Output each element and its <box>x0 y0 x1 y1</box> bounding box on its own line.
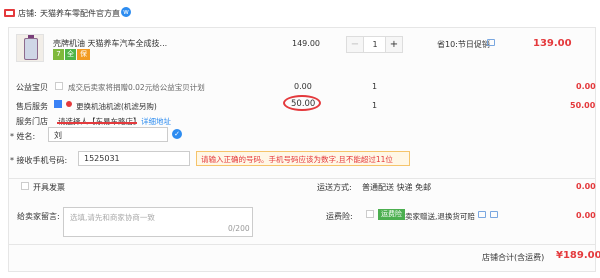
charity-text: 成交后卖家将捐赠0.02元给公益宝贝计划 <box>68 83 205 92</box>
quantity-input[interactable]: 1 <box>364 37 386 52</box>
badge-insurance-icon: 保 <box>77 49 90 60</box>
promotion-text: 省10:节日促销 <box>437 40 490 49</box>
message-char-count: 0/200 <box>228 224 250 233</box>
phone-input[interactable]: 1525031 <box>78 151 190 166</box>
badge-7day-icon: 7 <box>53 49 64 60</box>
red-annotation-circle <box>283 95 321 111</box>
service-text: 更换机油机滤(机滤另购) <box>76 102 157 111</box>
product-badges: 7全保 <box>53 49 91 60</box>
message-placeholder: 选填,请先和商家协商一致 <box>70 213 155 222</box>
charity-price: 0.00 <box>294 82 312 91</box>
store-detail-link[interactable]: 详细地址 <box>141 116 171 127</box>
shop-total-value: ¥189.00 <box>556 250 600 261</box>
insurance-label: 运费险: <box>326 212 353 221</box>
product-title-link[interactable]: 壳牌机油 天猫养车汽车全成技... <box>53 38 167 49</box>
badge-guarantee-icon: 全 <box>65 49 76 60</box>
charity-label: 公益宝贝 <box>16 83 48 92</box>
insurance-text: 卖家赠送,退换货可赔 <box>405 212 475 221</box>
unit-price: 149.00 <box>292 39 320 48</box>
item-subtotal: 139.00 <box>533 38 572 49</box>
service-required-icon <box>66 99 72 108</box>
shop-total-label: 店铺合计(含运费) <box>482 253 545 262</box>
shipping-method[interactable]: 普通配送 快递 免邮 <box>362 182 431 193</box>
quantity-increase-button[interactable]: + <box>385 37 402 52</box>
insurance-chat-icon[interactable] <box>478 211 486 220</box>
insurance-checkbox[interactable] <box>366 210 374 220</box>
product-thumbnail[interactable] <box>16 34 44 62</box>
charity-checkbox[interactable] <box>55 82 63 92</box>
shipping-price: 0.00 <box>576 182 596 191</box>
name-valid-icon: ✓ <box>172 129 182 139</box>
message-label: 给卖家留言: <box>17 212 60 221</box>
promo-chat-icon[interactable] <box>487 39 495 46</box>
invoice-shipping-bar <box>8 178 596 202</box>
phone-warning-message: 请输入正确的号码。手机号码应该为数字,且不能超过11位 <box>196 151 410 166</box>
quantity-decrease-button[interactable]: − <box>347 37 364 52</box>
red-annotation-underline <box>57 122 137 124</box>
service-checkbox[interactable] <box>54 100 62 110</box>
charity-qty: 1 <box>372 82 378 91</box>
name-input[interactable]: 刘 <box>48 127 168 142</box>
store-label: 服务门店 <box>16 117 48 126</box>
name-label: * 姓名: <box>10 132 36 141</box>
charity-total: 0.00 <box>576 82 596 91</box>
service-label: 售后服务 <box>16 102 48 111</box>
phone-label: * 接收手机号码: <box>10 156 68 165</box>
invoice-checkbox[interactable] <box>21 182 29 192</box>
shop-name-link[interactable]: 天猫养车零配件官方直 <box>40 8 120 19</box>
shop-label: 店铺: <box>18 9 37 18</box>
wangwang-chat-icon[interactable]: w <box>121 7 131 17</box>
quantity-stepper: − 1 + <box>346 36 403 53</box>
insurance-help-icon[interactable] <box>490 211 498 220</box>
shipping-label: 运送方式: <box>317 183 352 192</box>
service-total: 50.00 <box>570 101 596 110</box>
shop-cart-icon <box>4 9 15 17</box>
invoice-label: 开具发票 <box>33 183 65 192</box>
insurance-price: 0.00 <box>576 211 596 220</box>
service-qty: 1 <box>372 101 378 110</box>
insurance-tag: 运费险 <box>378 209 405 220</box>
